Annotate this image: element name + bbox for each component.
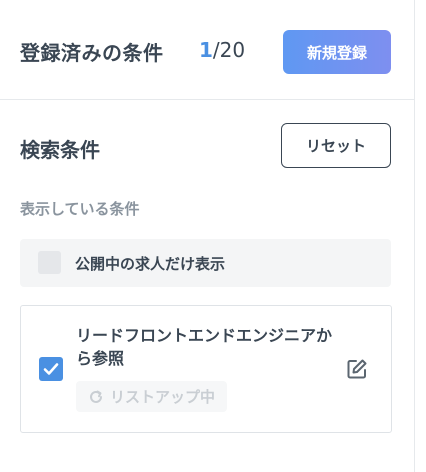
saved-conditions-panel: 登録済みの条件 1/20 新規登録 検索条件 リセット 表示している条件 公開中… xyxy=(0,0,415,472)
saved-condition-card: リードフロントエンドエンジニアから参照 リストアップ中 xyxy=(20,305,392,433)
saved-count-current: 1 xyxy=(199,38,213,62)
saved-conditions-header: 登録済みの条件 1/20 新規登録 xyxy=(0,0,414,100)
public-only-filter[interactable]: 公開中の求人だけ表示 xyxy=(20,239,391,287)
reset-button[interactable]: リセット xyxy=(281,123,391,168)
public-only-checkbox[interactable] xyxy=(38,251,61,274)
saved-conditions-count: 1/20 xyxy=(199,38,245,62)
saved-conditions-title: 登録済みの条件 xyxy=(20,41,164,65)
new-register-button[interactable]: 新規登録 xyxy=(283,30,391,74)
edit-icon[interactable] xyxy=(346,358,368,380)
saved-count-separator: / xyxy=(212,38,220,62)
public-only-label: 公開中の求人だけ表示 xyxy=(75,255,226,273)
saved-count-total: 20 xyxy=(219,38,246,62)
condition-checkbox[interactable] xyxy=(39,357,63,381)
displayed-conditions-label: 表示している条件 xyxy=(20,200,140,218)
right-gutter xyxy=(415,0,426,472)
check-icon xyxy=(43,363,59,375)
listup-status-badge: リストアップ中 xyxy=(76,381,228,412)
search-conditions-title: 検索条件 xyxy=(20,138,100,162)
listup-status-label: リストアップ中 xyxy=(110,388,216,406)
refresh-icon xyxy=(90,390,102,403)
condition-name: リードフロントエンドエンジニアから参照 xyxy=(76,326,333,368)
